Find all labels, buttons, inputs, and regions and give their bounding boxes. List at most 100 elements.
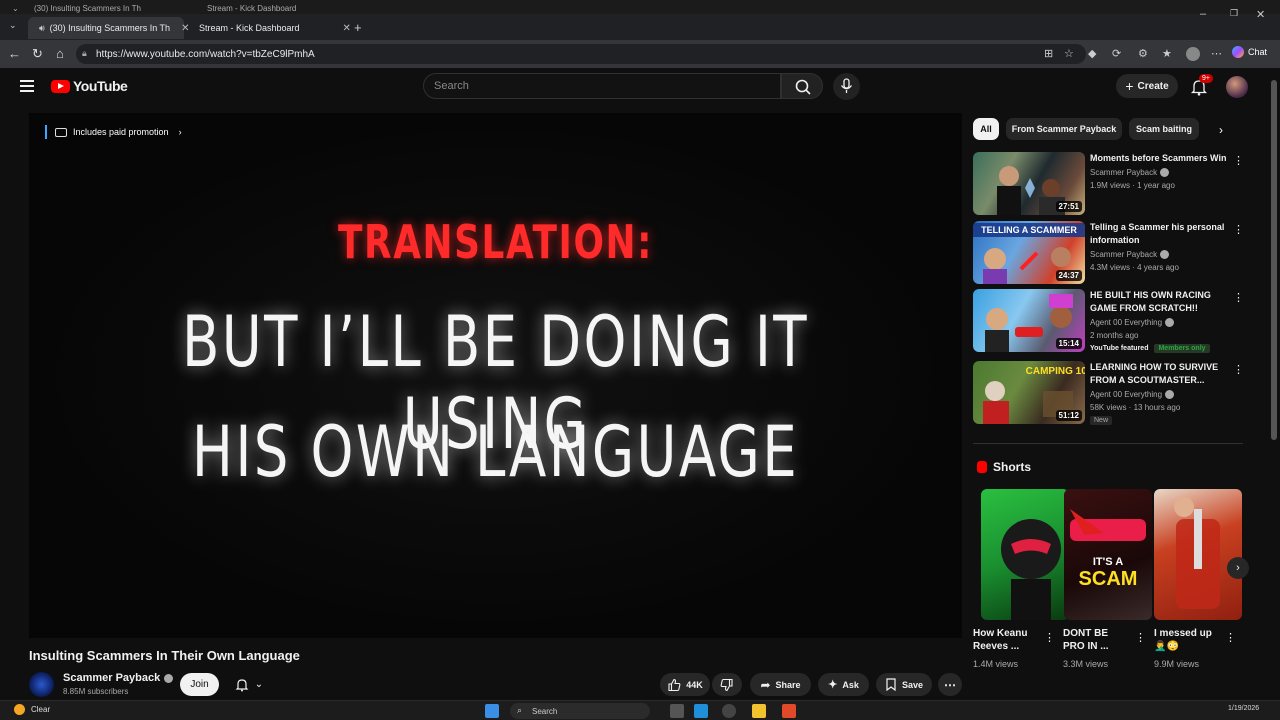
short-options-icon[interactable]: ⋮ (1044, 631, 1055, 644)
bell-icon (235, 678, 249, 691)
svg-text:TELLING A SCAMMER: TELLING A SCAMMER (981, 225, 1077, 235)
tab-menu-icon[interactable]: ⌄ (12, 4, 19, 13)
video-thumbnail[interactable]: 15:14 (973, 289, 1085, 352)
recommendation-item[interactable]: 27:51 Moments before Scammers Win Scamme… (973, 152, 1244, 218)
task-view-icon[interactable] (670, 704, 684, 718)
like-button[interactable]: 44K (660, 673, 710, 696)
recommendation-item[interactable]: 15:14 HE BUILT HIS OWN RACING GAME FROM … (973, 289, 1244, 355)
extensions-icon[interactable]: ⚙ (1138, 47, 1148, 60)
taskbar-search[interactable]: ⌕ Search (510, 703, 650, 719)
video-options-icon[interactable]: ⋮ (1233, 154, 1244, 167)
recommendation-item[interactable]: TELLING A SCAMMER 24:37 Telling a Scamme… (973, 221, 1244, 287)
sun-icon (14, 704, 25, 715)
youtube-header: YouTube + Create 9+ (0, 68, 1268, 108)
short-thumbnail-3[interactable] (1154, 489, 1242, 620)
short-options-icon[interactable]: ⋮ (1135, 631, 1146, 644)
more-actions-icon[interactable]: ⋯ (938, 673, 962, 696)
copilot-chat-button[interactable]: Chat (1232, 46, 1267, 58)
paid-promotion-notice[interactable]: Includes paid promotion › (45, 125, 182, 139)
short-thumbnail-1[interactable] (981, 489, 1069, 620)
close-window-icon[interactable]: ✕ (1256, 8, 1265, 21)
create-button[interactable]: + Create (1116, 74, 1178, 98)
chip-all[interactable]: All (973, 118, 999, 140)
tab-youtube-bg[interactable]: (30) Insulting Scammers In Th (34, 4, 141, 13)
chip-next-icon[interactable]: › (1219, 123, 1223, 137)
video-options-icon[interactable]: ⋮ (1233, 363, 1244, 376)
shorts-next-icon[interactable]: › (1227, 557, 1249, 579)
shorts-heading: Shorts (977, 460, 1031, 474)
edge-icon[interactable] (694, 704, 708, 718)
tab-kick[interactable]: Stream - Kick Dashboard ✕ (188, 17, 351, 39)
video-title: Insulting Scammers In Their Own Language (29, 648, 300, 663)
taskbar-date[interactable]: 1/19/2026 (1228, 705, 1259, 712)
start-icon[interactable] (485, 704, 499, 718)
search-input[interactable] (434, 80, 780, 92)
video-player[interactable]: Includes paid promotion › TRANSLATION: B… (29, 113, 962, 638)
chip-scam-baiting[interactable]: Scam baiting (1129, 118, 1199, 140)
video-thumbnail[interactable]: TELLING A SCAMMER 24:37 (973, 221, 1085, 284)
dislike-button[interactable] (712, 673, 742, 696)
short-title-1[interactable]: How Keanu Reeves ... (973, 627, 1041, 653)
ask-button[interactable]: ✦ Ask (818, 673, 869, 696)
close-tab-icon[interactable]: ✕ (343, 23, 351, 34)
recommendation-item[interactable]: CAMPING 101 51:12 LEARNING HOW TO SURVIV… (973, 361, 1244, 427)
featured-row: YouTube featured Members only (1090, 344, 1210, 353)
address-bar-row: ← ↻ ⌂ 🔒︎ https://www.youtube.com/watch?v… (0, 40, 1280, 68)
save-button[interactable]: Save (876, 673, 932, 696)
app-icon[interactable] (722, 704, 736, 718)
tab-actions-icon[interactable]: ⌄ (9, 20, 17, 31)
page-scrollbar[interactable] (1268, 68, 1280, 700)
verified-icon (1160, 168, 1170, 177)
refresh-icon[interactable]: ↻ (32, 46, 43, 62)
new-tab-icon[interactable]: + (354, 20, 362, 35)
notification-count-badge: 9+ (1199, 74, 1213, 83)
chip-from-channel[interactable]: From Scammer Payback (1006, 118, 1122, 140)
tab-kick-label: Stream - Kick Dashboard (199, 23, 300, 33)
brave-icon[interactable] (782, 704, 796, 718)
video-thumbnail[interactable]: 27:51 (973, 152, 1085, 215)
video-options-icon[interactable]: ⋮ (1233, 223, 1244, 236)
url-field[interactable]: 🔒︎ https://www.youtube.com/watch?v=tbZeC… (76, 44, 1086, 64)
extension-icon[interactable]: ◆ (1088, 47, 1096, 60)
menu-icon[interactable] (20, 80, 34, 92)
youtube-logo[interactable]: YouTube (51, 78, 128, 94)
svg-text:SCAM: SCAM (1079, 568, 1138, 590)
short-views-3: 9.9M views (1154, 659, 1200, 669)
profile-icon[interactable] (1186, 47, 1200, 61)
join-button[interactable]: Join (180, 673, 219, 696)
video-options-icon[interactable]: ⋮ (1233, 291, 1244, 304)
short-options-icon[interactable]: ⋮ (1225, 631, 1236, 644)
short-title-2[interactable]: DONT BE PRO IN ... (1063, 627, 1131, 653)
scrollbar-thumb[interactable] (1271, 80, 1277, 440)
favorite-star-icon[interactable]: ☆ (1064, 47, 1074, 60)
more-menu-icon[interactable]: ⋯ (1211, 47, 1222, 60)
channel-name[interactable]: Scammer Payback (63, 672, 174, 684)
search-button[interactable] (781, 73, 823, 99)
browser-tab-bar: ⌄ (30) Insulting Scammers In Th Stream -… (0, 0, 1280, 40)
home-icon[interactable]: ⌂ (56, 46, 64, 61)
minimize-icon[interactable]: – (1200, 8, 1206, 20)
short-thumbnail-2[interactable]: IT'S A SCAM (1064, 489, 1152, 620)
share-button[interactable]: ➦ Share (750, 673, 811, 696)
account-avatar[interactable] (1226, 76, 1248, 98)
tab-youtube[interactable]: 🔊︎ (30) Insulting Scammers In Th ✕ (28, 17, 189, 39)
app-available-icon[interactable]: ⊞ (1044, 47, 1053, 60)
speaker-icon[interactable]: 🔊︎ (39, 23, 45, 34)
restore-icon[interactable]: ❐ (1230, 8, 1238, 19)
voice-search-button[interactable] (833, 73, 860, 100)
url-text: https://www.youtube.com/watch?v=tbZeC9lP… (96, 48, 315, 60)
short-title-3[interactable]: I messed up 🤦‍♂️😳 (1154, 627, 1222, 653)
subscription-bell-button[interactable]: ⌄ (227, 673, 271, 696)
weather-widget[interactable]: Clear (14, 704, 50, 715)
sync-icon[interactable]: ⟳ (1112, 47, 1121, 60)
verified-icon (1165, 318, 1175, 327)
site-info-icon[interactable]: 🔒︎ (82, 48, 87, 59)
file-explorer-icon[interactable] (752, 704, 766, 718)
video-thumbnail[interactable]: CAMPING 101 51:12 (973, 361, 1085, 424)
channel-avatar[interactable] (29, 672, 54, 697)
tab-kick-bg[interactable]: Stream - Kick Dashboard (207, 4, 296, 13)
back-icon[interactable]: ← (8, 46, 21, 61)
favorites-icon[interactable]: ★ (1162, 47, 1172, 60)
plus-icon: + (1125, 78, 1134, 94)
verified-icon (164, 673, 174, 683)
